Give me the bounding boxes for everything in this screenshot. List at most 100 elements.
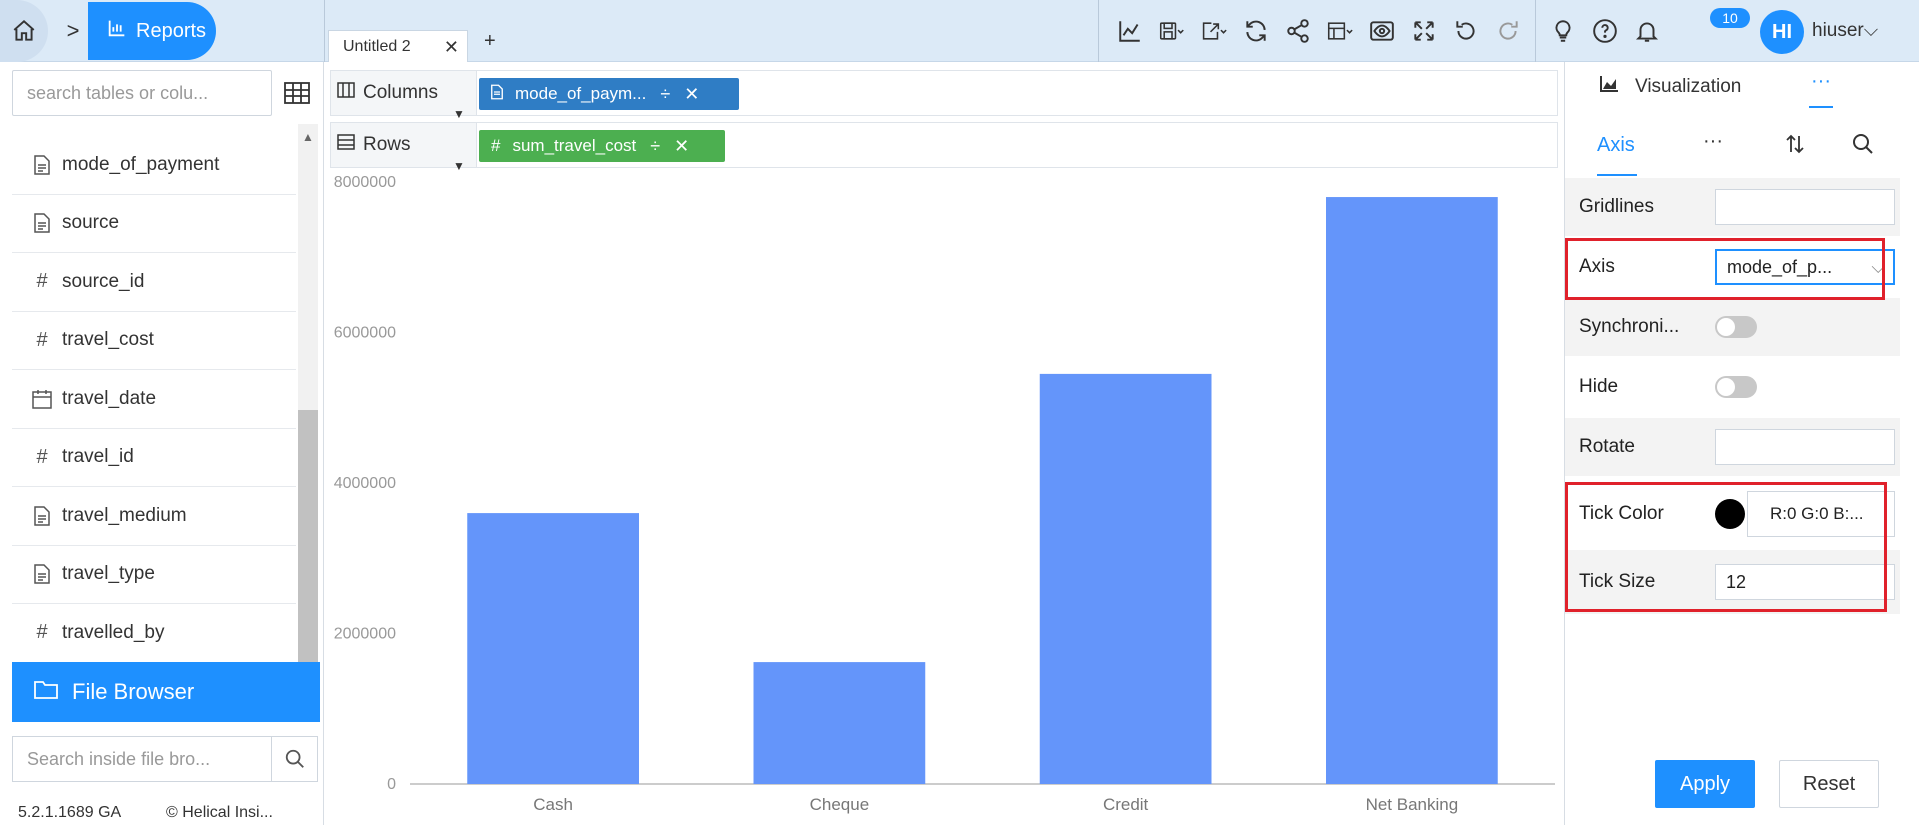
new-tab-button[interactable]: +: [484, 30, 496, 53]
field-item[interactable]: mode_of_payment: [12, 136, 296, 195]
help-icon[interactable]: [1584, 11, 1626, 51]
field-label: mode_of_payment: [62, 153, 220, 175]
remove-icon[interactable]: ✕: [684, 84, 699, 105]
reset-button[interactable]: Reset: [1779, 760, 1879, 808]
redo-icon[interactable]: [1487, 11, 1529, 51]
divider: [324, 0, 325, 62]
line-chart-icon[interactable]: [1109, 11, 1151, 51]
table-grid-icon[interactable]: [282, 78, 312, 108]
bar: [1326, 197, 1498, 785]
avatar[interactable]: HI: [1760, 10, 1804, 54]
share-icon[interactable]: [1277, 11, 1319, 51]
field-item[interactable]: travel_medium: [12, 487, 296, 546]
left-panel: search tables or colu... mode_of_payment…: [0, 62, 324, 825]
highlight-box-axis: [1565, 238, 1885, 300]
field-item[interactable]: travel_type: [12, 546, 296, 604]
divide-icon[interactable]: ÷: [650, 136, 660, 157]
export-icon[interactable]: [1193, 11, 1235, 51]
doc-tab-label: Untitled 2: [343, 37, 411, 55]
chart-area: 0 2000000 4000000 6000000 8000000 Cash Cheque C…: [330, 170, 1558, 825]
hide-row: Hide: [1565, 358, 1900, 416]
gridlines-input[interactable]: [1715, 189, 1895, 225]
file-browser-button[interactable]: File Browser: [12, 662, 320, 722]
hide-label: Hide: [1579, 376, 1619, 397]
scroll-thumb[interactable]: [298, 410, 318, 700]
rows-icon: [337, 134, 355, 156]
search-placeholder: search tables or colu...: [27, 82, 209, 103]
sort-icon[interactable]: [1783, 132, 1807, 161]
close-tab-icon[interactable]: ✕: [444, 37, 459, 58]
more-options-tab[interactable]: ···: [1811, 70, 1831, 93]
rotate-input[interactable]: [1715, 429, 1895, 465]
home-button[interactable]: [0, 0, 48, 62]
columns-pill[interactable]: mode_of_paym... ÷ ✕: [479, 78, 739, 110]
columns-icon: [337, 82, 355, 104]
fullscreen-icon[interactable]: [1403, 11, 1445, 51]
field-label: travel_cost: [62, 329, 154, 351]
file-browser-search-input[interactable]: Search inside file bro...: [12, 736, 272, 782]
preview-eye-icon[interactable]: [1361, 11, 1403, 51]
bar: [467, 513, 639, 784]
field-item[interactable]: # travelled_by: [12, 604, 296, 663]
field-item[interactable]: # travel_id: [12, 429, 296, 487]
y-tick-label: 4000000: [334, 475, 396, 492]
x-tick-label: Cheque: [810, 795, 870, 814]
field-label: source: [62, 212, 120, 234]
field-item[interactable]: source: [12, 195, 296, 253]
visualization-label: Visualization: [1635, 76, 1742, 97]
hash-icon: #: [36, 445, 48, 468]
lightbulb-icon[interactable]: [1542, 11, 1584, 51]
right-panel: Visualization ··· Axis ··· Gridlines Axi…: [1564, 62, 1919, 825]
field-item[interactable]: # source_id: [12, 253, 296, 312]
scroll-up-icon[interactable]: ▲: [302, 130, 314, 144]
text-field-icon: [30, 564, 54, 584]
refresh-icon[interactable]: [1235, 11, 1277, 51]
notification-badge: 10: [1710, 8, 1750, 28]
visualization-header[interactable]: Visualization: [1565, 62, 1919, 112]
undo-icon[interactable]: [1445, 11, 1487, 51]
field-item[interactable]: # travel_cost: [12, 312, 296, 370]
breadcrumb-reports[interactable]: Reports: [88, 2, 216, 60]
active-tab-indicator: [1597, 174, 1637, 176]
breadcrumb-reports-label: Reports: [136, 19, 207, 42]
user-menu[interactable]: hiuser⌵: [1812, 20, 1878, 42]
chevron-down-icon: ⌵: [1863, 20, 1879, 41]
doc-tab-untitled[interactable]: Untitled 2 ✕: [328, 30, 468, 62]
y-tick-label: 8000000: [334, 174, 396, 191]
top-bar: > Reports Untitled 2 ✕ + 10 HI hiuser⌵: [0, 0, 1919, 62]
remove-icon[interactable]: ✕: [674, 136, 689, 157]
property-tabs: Axis ···: [1565, 114, 1919, 178]
field-list-scrollbar[interactable]: ▲ ▼: [298, 124, 318, 722]
synchronize-label: Synchroni...: [1579, 316, 1680, 337]
text-field-icon: [491, 84, 503, 105]
hide-toggle[interactable]: [1715, 376, 1757, 398]
field-item[interactable]: travel_date: [12, 370, 296, 429]
notification-bell-icon[interactable]: [1626, 11, 1668, 51]
bar: [753, 662, 926, 784]
rows-shelf[interactable]: Rows # sum_travel_cost ÷ ✕ ▼: [330, 122, 1558, 173]
synchronize-row: Synchroni...: [1565, 298, 1900, 356]
divider: [1535, 0, 1536, 62]
gridlines-row: Gridlines: [1565, 178, 1900, 236]
search-icon[interactable]: [1851, 132, 1875, 161]
version-label: 5.2.1.1689 GA: [18, 804, 122, 821]
file-browser-label: File Browser: [72, 679, 195, 704]
tab-more[interactable]: ···: [1703, 130, 1723, 153]
rows-pill[interactable]: # sum_travel_cost ÷ ✕: [479, 130, 725, 162]
calendar-icon: [30, 389, 54, 409]
text-field-icon: [30, 155, 54, 175]
x-tick-label: Credit: [1103, 795, 1149, 814]
layout-icon[interactable]: [1319, 11, 1361, 51]
save-icon[interactable]: [1151, 11, 1193, 51]
search-tables-input[interactable]: search tables or colu...: [12, 70, 272, 116]
caret-down-icon[interactable]: ▼: [453, 107, 465, 121]
field-label: source_id: [62, 270, 145, 292]
search-icon[interactable]: [272, 736, 318, 782]
synchronize-toggle[interactable]: [1715, 316, 1757, 338]
columns-shelf[interactable]: Columns mode_of_paym... ÷ ✕ ▼: [330, 70, 1558, 121]
divide-icon[interactable]: ÷: [660, 84, 670, 105]
tab-axis[interactable]: Axis: [1597, 134, 1635, 157]
rotate-row: Rotate: [1565, 418, 1900, 476]
active-tab-indicator: [1809, 106, 1833, 108]
apply-button[interactable]: Apply: [1655, 760, 1755, 808]
